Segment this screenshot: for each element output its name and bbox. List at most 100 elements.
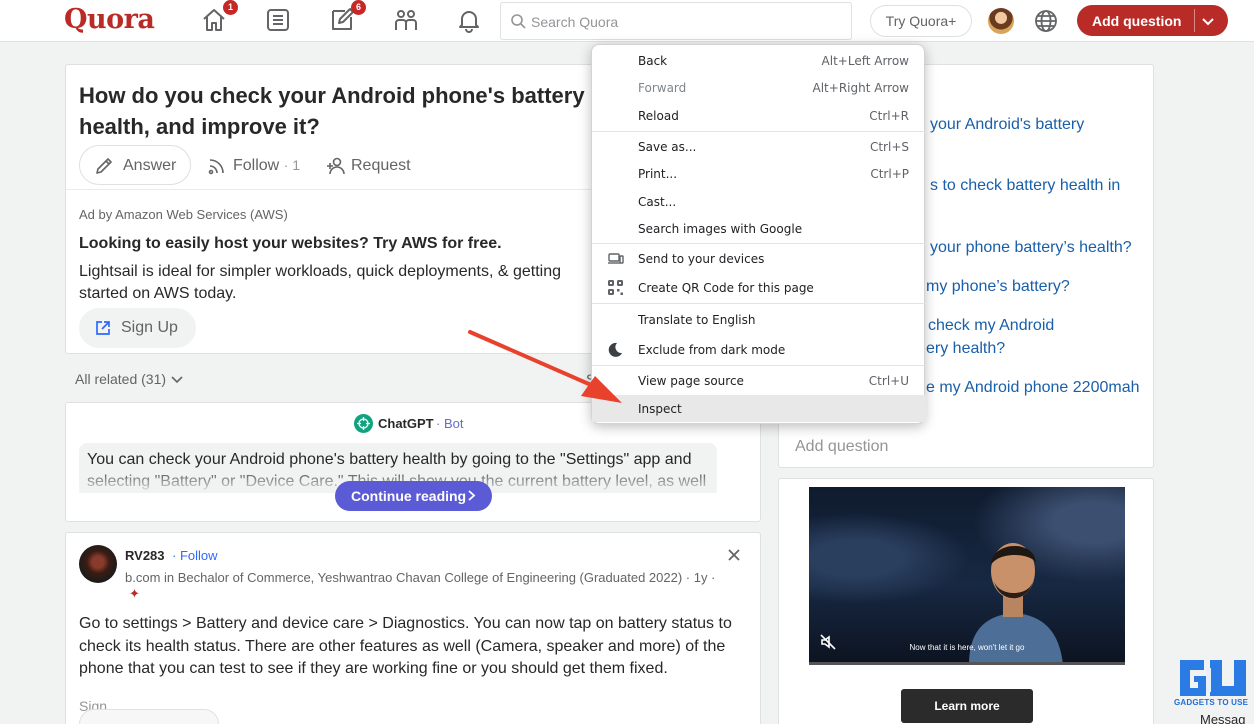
follow-author-link[interactable]: · Follow <box>172 548 218 563</box>
continue-reading-label: Continue reading <box>351 488 467 504</box>
author-name[interactable]: RV283 <box>125 548 165 563</box>
related-question-link[interactable]: e my Android phone 2200mah <box>926 376 1139 399</box>
author-avatar[interactable] <box>79 545 117 583</box>
menu-item-label: Forward <box>638 81 687 95</box>
menu-item-label: Back <box>638 54 668 68</box>
home-icon[interactable]: 1 <box>200 0 238 34</box>
menu-item-label: Search images with Google <box>638 222 803 236</box>
menu-item-shortcut: Ctrl+U <box>868 374 909 388</box>
menu-item-label: Translate to English <box>638 313 756 327</box>
menu-item-label: Print... <box>638 167 678 181</box>
close-icon[interactable] <box>726 547 742 563</box>
menu-separator <box>592 303 926 304</box>
sign-up-label: Sign Up <box>121 319 178 336</box>
video-progress-bar[interactable] <box>809 662 1125 665</box>
user-avatar[interactable] <box>988 8 1014 34</box>
related-question-link[interactable]: s to check battery health in <box>930 174 1120 197</box>
menu-item-shortcut: Alt+Left Arrow <box>821 54 909 68</box>
menu-item-shortcut: Ctrl+R <box>869 109 909 123</box>
watermark-text: GADGETS TO USE <box>1174 698 1249 707</box>
menu-item-send-to-devices[interactable]: Send to your devices <box>592 245 926 272</box>
answer-body: Go to settings > Battery and device care… <box>79 615 732 677</box>
question-title[interactable]: How do you check your Android phone's ba… <box>79 80 599 142</box>
related-question-link[interactable]: my phone’s battery? <box>926 275 1070 298</box>
menu-item-cast[interactable]: Cast... <box>592 188 926 215</box>
search-icon <box>511 14 526 29</box>
write-badge: 6 <box>351 0 366 15</box>
ad-title[interactable]: Looking to easily host your websites? Tr… <box>79 235 502 253</box>
ad-sponsor-label: Ad by Amazon Web Services (AWS) <box>79 207 288 222</box>
menu-item-back[interactable]: Back Alt+Left Arrow <box>592 47 926 74</box>
answer-label: Answer <box>123 157 177 174</box>
all-related-dropdown[interactable]: All related (31) <box>75 371 184 387</box>
pencil-edit-icon <box>96 158 112 174</box>
menu-item-label: Reload <box>638 109 679 123</box>
menu-item-save-as[interactable]: Save as... Ctrl+S <box>592 133 926 160</box>
video-ad-card: Now that it is here, won't let it go Lea… <box>778 478 1154 724</box>
add-question-label: Add question <box>1092 13 1182 29</box>
menu-item-label: Save as... <box>638 140 697 154</box>
continue-reading-button[interactable]: Continue reading <box>335 481 492 511</box>
menu-item-view-source[interactable]: View page source Ctrl+U <box>592 367 926 394</box>
author-credential: b.com in Bechalor of Commerce, Yeshwantr… <box>125 570 716 585</box>
related-question-link[interactable]: check my Android <box>928 314 1054 337</box>
try-quora-plus-button[interactable]: Try Quora+ <box>870 5 972 37</box>
menu-item-translate[interactable]: Translate to English <box>592 306 926 333</box>
ad-video[interactable]: Now that it is here, won't let it go <box>809 487 1125 665</box>
menu-item-label: Send to your devices <box>638 252 765 266</box>
video-caption: Now that it is here, won't let it go <box>909 643 1025 652</box>
button-separator <box>1194 9 1195 32</box>
menu-separator <box>592 365 926 366</box>
menu-item-print[interactable]: Print... Ctrl+P <box>592 160 926 187</box>
add-question-button[interactable]: Add question <box>1077 5 1228 36</box>
menu-item-label: Cast... <box>638 195 677 209</box>
menu-item-label: Inspect <box>638 402 682 416</box>
devices-icon <box>608 253 624 264</box>
language-globe-icon[interactable] <box>1033 8 1059 34</box>
chevron-down-icon[interactable] <box>1200 13 1216 29</box>
sign-up-button[interactable]: Sign Up <box>79 308 196 348</box>
messages-tab[interactable]: Messag <box>1200 712 1246 724</box>
bot-label: · Bot <box>436 416 464 431</box>
menu-item-label: Exclude from dark mode <box>638 343 786 357</box>
related-question-link[interactable]: your phone battery’s health? <box>930 236 1132 259</box>
answer-write-icon[interactable]: 6 <box>328 0 366 34</box>
menu-separator <box>592 131 926 132</box>
follow-count: · 1 <box>283 157 301 173</box>
menu-item-search-images[interactable]: Search images with Google <box>592 215 926 242</box>
spaces-icon[interactable] <box>392 6 422 34</box>
following-icon[interactable] <box>264 6 294 34</box>
notifications-bell-icon[interactable] <box>455 6 485 34</box>
menu-item-label: Create QR Code for this page <box>638 281 814 295</box>
menu-item-shortcut: Alt+Right Arrow <box>812 81 909 95</box>
menu-item-exclude-dark-mode[interactable]: Exclude from dark mode <box>592 336 926 363</box>
menu-item-shortcut: Ctrl+S <box>869 140 909 154</box>
moon-icon <box>608 342 622 357</box>
ad-body: Lightsail is ideal for simpler workloads… <box>79 263 562 302</box>
home-badge: 1 <box>223 0 238 15</box>
upvote-bar[interactable] <box>79 709 219 724</box>
qr-code-icon <box>608 280 623 295</box>
learn-more-button[interactable]: Learn more <box>901 689 1033 723</box>
menu-item-reload[interactable]: Reload Ctrl+R <box>592 102 926 129</box>
chatgpt-author-name[interactable]: ChatGPT <box>378 416 434 431</box>
request-label: Request <box>351 157 411 174</box>
search-box[interactable] <box>500 2 852 40</box>
menu-item-shortcut: Ctrl+P <box>870 167 909 181</box>
sparkle-icon: ✦ <box>129 586 140 601</box>
search-input[interactable] <box>531 11 831 33</box>
menu-item-forward[interactable]: Forward Alt+Right Arrow <box>592 74 926 101</box>
menu-item-label: View page source <box>638 374 744 388</box>
all-related-label: All related (31) <box>75 371 167 387</box>
menu-separator <box>592 243 926 244</box>
menu-item-create-qr[interactable]: Create QR Code for this page <box>592 274 926 301</box>
chevron-down-icon <box>171 376 183 384</box>
menu-item-inspect[interactable]: Inspect <box>592 395 926 422</box>
quora-logo[interactable]: Quora <box>64 4 155 35</box>
browser-context-menu: Back Alt+Left Arrow Forward Alt+Right Ar… <box>591 44 926 424</box>
related-question-link[interactable]: your Android's battery <box>930 113 1084 136</box>
related-question-link[interactable]: ery health? <box>926 337 1005 360</box>
answer-button[interactable]: Answer <box>79 145 191 185</box>
add-question-link[interactable]: Add question <box>795 438 888 456</box>
external-link-icon <box>96 321 110 335</box>
